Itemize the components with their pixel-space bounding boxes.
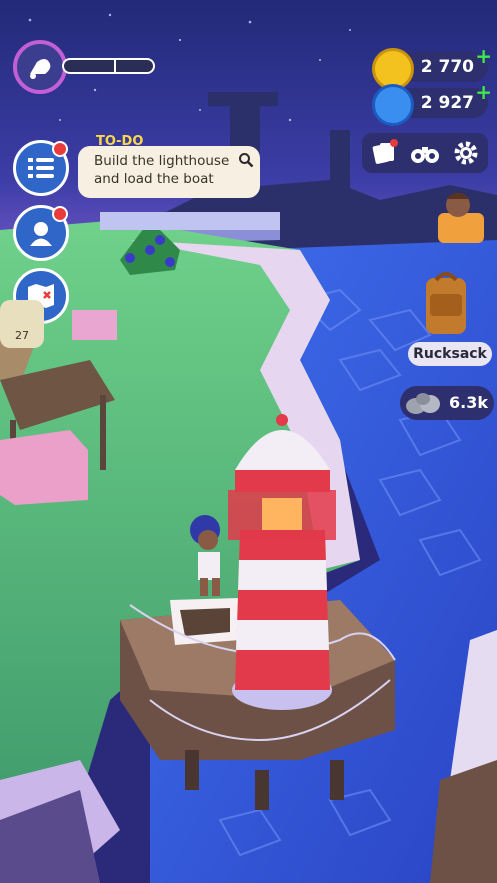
coins-counter[interactable]: 2 770 + [372, 44, 492, 90]
character-icon[interactable] [432, 187, 490, 249]
map-counter-value: 27 [15, 329, 29, 342]
pink-crate [0, 430, 88, 505]
search-icon[interactable] [238, 152, 254, 168]
coins-add-icon[interactable]: + [475, 44, 492, 68]
cards-icon[interactable] [370, 139, 398, 167]
food-bar-divider [114, 60, 116, 72]
todo-bubble[interactable]: Build the lighthouse and load the boat [78, 146, 260, 198]
coins-value: 2 770 [420, 57, 474, 77]
pink-crate-small [72, 310, 117, 340]
rucksack-label[interactable]: Rucksack [408, 342, 492, 366]
todo-list-button[interactable] [13, 140, 69, 196]
stones-counter: 6.3k [400, 386, 494, 420]
gears-add-icon[interactable]: + [475, 80, 492, 104]
todo-text: Build the lighthouse and load the boat [94, 153, 230, 187]
stones-value: 6.3k [449, 393, 488, 412]
gear-currency-icon [372, 84, 414, 126]
food-meter-button[interactable] [13, 40, 67, 94]
list-icon [28, 158, 54, 178]
food-bar [62, 58, 155, 74]
stone-wall [100, 212, 280, 230]
rucksack-icon[interactable] [420, 268, 472, 338]
notification-dot [52, 206, 68, 222]
lighthouse [228, 414, 336, 710]
tools-panel [362, 133, 488, 173]
gears-value: 2 927 [420, 93, 474, 113]
stones-icon [406, 393, 440, 414]
map-counter-badge: 27 [0, 300, 44, 348]
profile-button[interactable] [13, 205, 69, 261]
drumstick-icon [30, 59, 51, 79]
notification-dot [52, 141, 68, 157]
settings-gear-icon[interactable] [452, 139, 480, 167]
gears-counter[interactable]: 2 927 + [372, 80, 492, 126]
binoculars-icon[interactable] [410, 141, 440, 165]
profile-icon [30, 222, 52, 246]
